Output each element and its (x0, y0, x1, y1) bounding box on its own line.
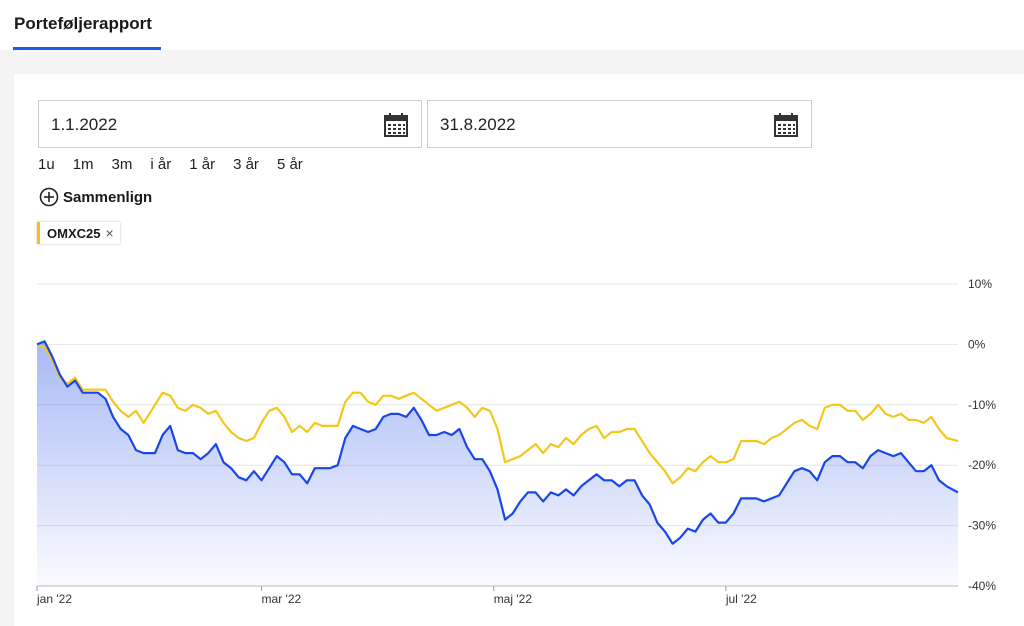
plus-circle-icon (39, 187, 59, 207)
y-tick-label: -30% (968, 519, 996, 533)
header-bar: Porteføljerapport (0, 0, 1024, 50)
benchmark-chip[interactable]: OMXC25 × (37, 222, 120, 244)
range-3m-button[interactable]: 3m (112, 156, 133, 173)
range-selector: 1u 1m 3m i år 1 år 3 år 5 år (38, 156, 321, 173)
page-title[interactable]: Porteføljerapport (14, 14, 152, 34)
content-band (0, 50, 1024, 74)
x-tick-label: maj '22 (494, 592, 533, 606)
series-area (37, 341, 958, 586)
from-date-field[interactable]: 1.1.2022 (38, 100, 422, 148)
y-axis: 10% 0% -10% -20% -30% -40% (968, 277, 996, 593)
y-tick-label: 10% (968, 277, 992, 291)
chart-series (36, 340, 959, 586)
range-1u-button[interactable]: 1u (38, 156, 55, 173)
compare-button[interactable]: Sammenlign (39, 187, 152, 207)
to-date-value: 31.8.2022 (440, 115, 516, 134)
range-1y-button[interactable]: 1 år (189, 156, 215, 173)
y-tick-label: -20% (968, 458, 996, 472)
from-date-value: 1.1.2022 (51, 115, 118, 134)
y-tick-label: 0% (968, 337, 986, 351)
x-tick-label: jul '22 (725, 592, 757, 606)
y-tick-label: -10% (968, 398, 996, 412)
x-tick-label: mar '22 (262, 592, 302, 606)
range-1m-button[interactable]: 1m (73, 156, 94, 173)
close-icon[interactable]: × (105, 225, 113, 241)
range-ytd-button[interactable]: i år (150, 156, 171, 173)
performance-chart: 10% 0% -10% -20% -30% -40% jan '22 mar '22 maj … (36, 277, 996, 606)
benchmark-chip-label: OMXC25 (47, 225, 101, 241)
x-axis: jan '22 mar '22 maj '22 jul '22 (36, 586, 757, 606)
y-tick-label: -40% (968, 579, 996, 593)
range-5y-button[interactable]: 5 år (277, 156, 303, 173)
compare-label: Sammenlign (63, 188, 153, 206)
calendar-icon[interactable] (383, 112, 409, 138)
calendar-icon[interactable] (773, 112, 799, 138)
to-date-field[interactable]: 31.8.2022 (427, 100, 812, 148)
x-tick-label: jan '22 (36, 592, 72, 606)
range-3y-button[interactable]: 3 år (233, 156, 259, 173)
